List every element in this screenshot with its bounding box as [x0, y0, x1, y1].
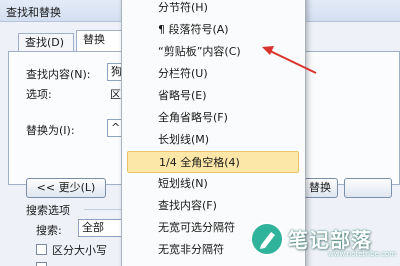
options-value: 区	[110, 88, 121, 101]
search-options-divider	[84, 209, 124, 210]
replace-with-label: 替换为(I):	[26, 124, 75, 137]
annotation-arrow	[262, 46, 317, 74]
match-case-label: 区分大小写	[52, 244, 107, 257]
less-button[interactable]: << 更少(L)	[26, 178, 106, 198]
find-what-label: 查找内容(N):	[26, 68, 91, 81]
tab-replace[interactable]: 替换(P)	[76, 30, 126, 64]
menu-item-em-dash[interactable]: 长划线(M)	[131, 129, 301, 151]
menu-item-en-dash[interactable]: 短划线(N)	[131, 173, 301, 195]
options-label: 选项:	[26, 88, 52, 101]
menu-item-ellipsis[interactable]: 省略号(E)	[131, 85, 301, 107]
search-direction-select[interactable]: 全部	[78, 219, 123, 237]
menu-item-fullwidth-ellipsis[interactable]: 全角省略号(F)	[131, 107, 301, 129]
dialog-title: 查找和替换	[6, 6, 61, 19]
replace-all-button[interactable]	[344, 178, 392, 198]
tab-find[interactable]: 查找(D)	[18, 33, 74, 52]
pen-icon	[260, 232, 275, 249]
menu-item-section-break[interactable]: 分节符(H)	[131, 0, 301, 19]
watermark-text: 笔记部落	[288, 228, 372, 252]
whole-word-checkbox[interactable]	[36, 262, 47, 266]
search-label: 搜索:	[36, 224, 62, 237]
watermark-url: www.notetribe.com	[328, 250, 397, 258]
match-case-checkbox[interactable]	[36, 244, 47, 255]
menu-item-quarter-em-space[interactable]: 1/4 全角空格(4)	[127, 151, 299, 173]
menu-item-paragraph-mark[interactable]: ¶ 段落符号(A)	[131, 19, 301, 41]
watermark-logo	[250, 222, 284, 256]
search-options-title: 搜索选项	[26, 204, 70, 217]
replace-button[interactable]: 替换	[302, 178, 338, 198]
menu-item-find-what-text[interactable]: 查找内容(F)	[131, 195, 301, 217]
